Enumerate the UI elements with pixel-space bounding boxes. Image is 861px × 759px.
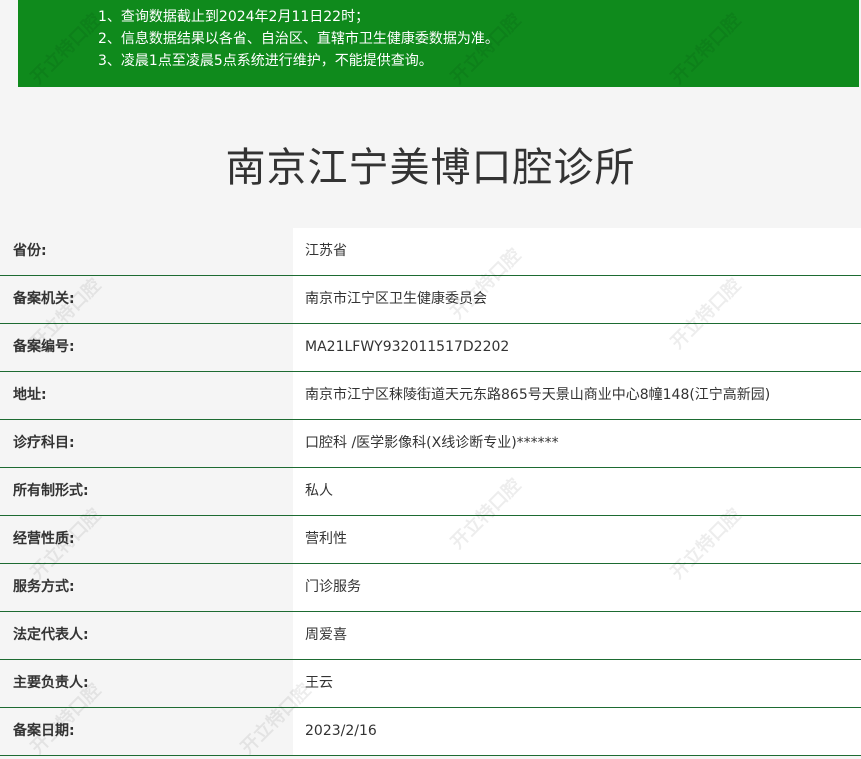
row-value: 营利性 [293,516,861,563]
row-value: 南京市江宁区卫生健康委员会 [293,276,861,323]
notice-line: 1、查询数据截止到2024年2月11日22时； [98,9,370,25]
table-row: 主要负责人: 王云 [0,660,861,708]
row-label: 备案机关: [0,276,293,323]
row-label: 备案日期: [0,708,293,755]
row-label: 法定代表人: [0,612,293,659]
page-title: 南京江宁美博口腔诊所 [225,145,636,191]
table-row: 诊疗科目: 口腔科 /医学影像科(X线诊断专业)****** [0,420,861,468]
row-label: 主要负责人: [0,660,293,707]
row-value: 江苏省 [293,228,861,275]
row-label: 所有制形式: [0,468,293,515]
row-label: 省份: [0,228,293,275]
row-value: 2023/2/16 [293,708,861,755]
table-row: 经营性质: 营利性 [0,516,861,564]
table-row: 服务方式: 门诊服务 [0,564,861,612]
row-value: 门诊服务 [293,564,861,611]
table-row: 所有制形式: 私人 [0,468,861,516]
table-row: 法定代表人: 周爱喜 [0,612,861,660]
row-value: 南京市江宁区秣陵街道天元东路865号天景山商业中心8幢148(江宁高新园) [293,372,861,419]
table-row: 地址: 南京市江宁区秣陵街道天元东路865号天景山商业中心8幢148(江宁高新园… [0,372,861,420]
table-row: 备案编号: MA21LFWY932011517D2202 [0,324,861,372]
table-row: 备案日期: 2023/2/16 [0,708,861,756]
row-value: 周爱喜 [293,612,861,659]
notice-line: 3、凌晨1点至凌晨5点系统进行维护，不能提供查询。 [98,53,433,69]
row-value: 口腔科 /医学影像科(X线诊断专业)****** [293,420,861,467]
row-label: 备案编号: [0,324,293,371]
row-label: 诊疗科目: [0,420,293,467]
row-value: MA21LFWY932011517D2202 [293,324,861,371]
row-label: 地址: [0,372,293,419]
table-row: 备案机关: 南京市江宁区卫生健康委员会 [0,276,861,324]
row-value: 私人 [293,468,861,515]
table-row: 省份: 江苏省 [0,228,861,276]
record-table: 省份: 江苏省 备案机关: 南京市江宁区卫生健康委员会 备案编号: MA21LF… [0,228,861,756]
row-value: 王云 [293,660,861,707]
notice-line: 2、信息数据结果以各省、自治区、直辖市卫生健康委数据为准。 [98,31,499,47]
notice-banner: 1、查询数据截止到2024年2月11日22时； 2、信息数据结果以各省、自治区、… [18,0,859,87]
row-label: 服务方式: [0,564,293,611]
row-label: 经营性质: [0,516,293,563]
